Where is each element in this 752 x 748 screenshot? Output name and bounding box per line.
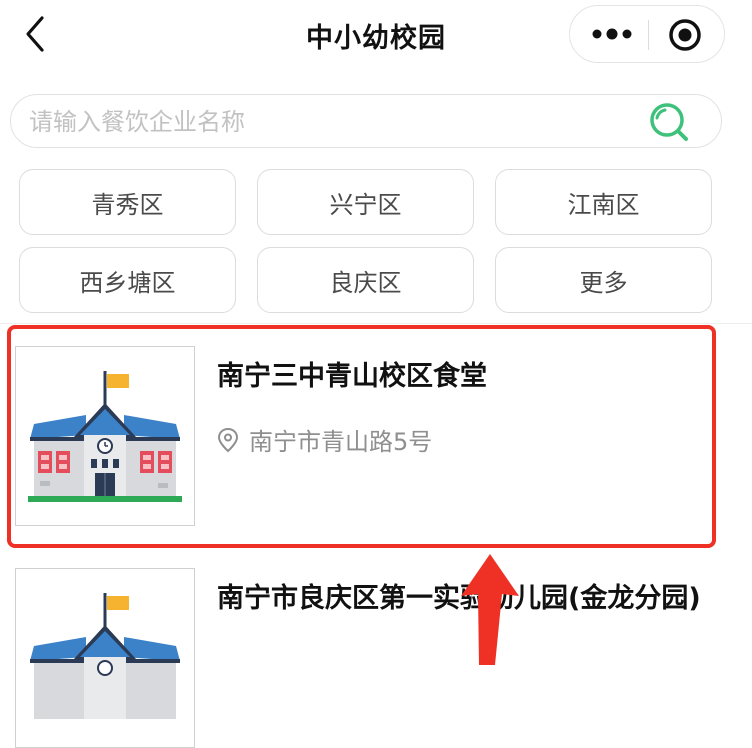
result-card[interactable]: 南宁三中青山校区食堂 南宁市青山路5号: [0, 346, 752, 526]
capsule-divider: [648, 20, 649, 50]
school-building-icon: [30, 593, 180, 719]
location-pin-icon: [217, 427, 239, 452]
result-card[interactable]: 南宁市良庆区第一实验幼儿园(金龙分园): [0, 568, 752, 748]
result-address-row: 南宁市青山路5号: [217, 422, 432, 457]
school-thumbnail: [15, 346, 195, 526]
close-mini-program-button[interactable]: [666, 16, 704, 54]
search-icon: [650, 103, 688, 141]
district-chip-xixiangtang[interactable]: 西乡塘区: [19, 247, 236, 313]
district-chip-more[interactable]: 更多: [495, 247, 712, 313]
more-dots-icon: [592, 28, 632, 40]
target-circle-icon: [669, 19, 701, 51]
district-chip-xingning[interactable]: 兴宁区: [257, 169, 474, 235]
district-chip-jiangnan[interactable]: 江南区: [495, 169, 712, 235]
section-divider: [0, 323, 752, 324]
more-button[interactable]: [592, 22, 632, 46]
result-address: 南宁市青山路5号: [249, 428, 433, 456]
search-bar: [10, 94, 722, 148]
result-name: 南宁三中青山校区食堂: [217, 361, 487, 392]
school-thumbnail: [15, 568, 195, 748]
mini-program-capsule: [569, 5, 725, 63]
district-chip-liangqing[interactable]: 良庆区: [257, 247, 474, 313]
result-name: 南宁市良庆区第一实验幼儿园(金龙分园): [217, 583, 701, 614]
search-button[interactable]: [647, 100, 691, 144]
top-nav-bar: 中小幼校园: [0, 0, 752, 72]
school-building-icon: [28, 371, 182, 502]
district-chip-qingxiu[interactable]: 青秀区: [19, 169, 236, 235]
search-input[interactable]: [27, 103, 631, 141]
